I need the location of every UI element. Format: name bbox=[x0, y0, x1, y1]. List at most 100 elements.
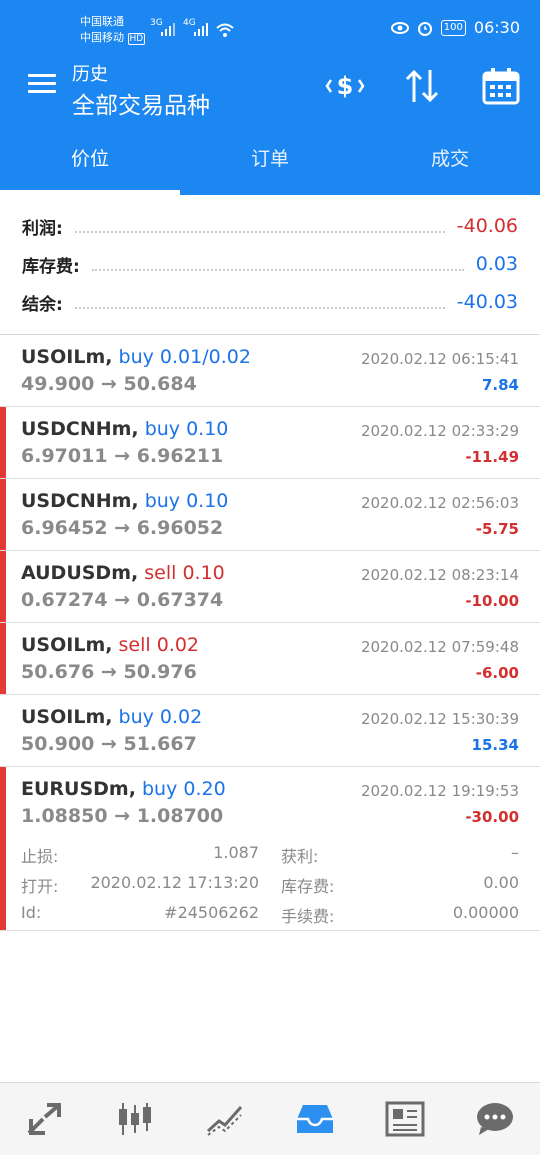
status-right: 100 06:30 bbox=[390, 18, 520, 37]
tab-deals[interactable]: 成交 bbox=[360, 128, 540, 195]
trade-title: EURUSDm, buy 0.20 bbox=[21, 778, 226, 800]
carrier2-row: 中国移动 HD bbox=[80, 30, 146, 47]
trade-prices: 49.900 → 50.684 bbox=[21, 373, 197, 395]
trade-time: 2020.02.12 08:23:14 bbox=[360, 566, 519, 584]
trade-row[interactable]: USDCNHm, buy 0.10 6.96452 → 6.96052 2020… bbox=[0, 479, 540, 551]
swap-detail-value: 0.00 bbox=[483, 873, 519, 892]
trade-side: buy 0.10 bbox=[144, 418, 229, 440]
fee-value: 0.00000 bbox=[452, 903, 519, 922]
trade-row[interactable]: USOILm, buy 0.02 50.900 → 51.667 2020.02… bbox=[0, 695, 540, 767]
trade-prices: 6.97011 → 6.96211 bbox=[21, 445, 224, 467]
trade-symbol: USOILm, bbox=[21, 634, 113, 656]
trade-time: 2020.02.12 15:30:39 bbox=[360, 710, 519, 728]
nav-quotes[interactable] bbox=[0, 1083, 90, 1155]
dotted-leader bbox=[91, 257, 464, 271]
alarm-icon bbox=[417, 21, 432, 36]
trade-title: USOILm, buy 0.01/0.02 bbox=[21, 346, 251, 368]
nav-history[interactable] bbox=[270, 1083, 360, 1155]
trade-side: sell 0.10 bbox=[144, 562, 225, 584]
trade-row-expanded[interactable]: EURUSDm, buy 0.20 1.08850 → 1.08700 2020… bbox=[0, 767, 540, 931]
trade-pl: -30.00 bbox=[465, 808, 519, 826]
trade-time: 2020.02.12 06:15:41 bbox=[360, 350, 519, 368]
detail-row-open-swap: 打开: 2020.02.12 17:13:20 库存费: 0.00 bbox=[21, 873, 519, 897]
trade-title: USOILm, buy 0.02 bbox=[21, 706, 202, 728]
swap-detail-label: 库存费: bbox=[281, 877, 335, 896]
battery-indicator: 100 bbox=[440, 19, 466, 36]
swap-value: 0.03 bbox=[475, 253, 518, 275]
id-value: #24506262 bbox=[164, 903, 259, 922]
calendar-icon[interactable] bbox=[481, 66, 521, 106]
carrier2: 中国移动 bbox=[80, 31, 124, 44]
trade-side: buy 0.02 bbox=[118, 706, 203, 728]
chart-icon bbox=[119, 1103, 151, 1135]
signal2-icon bbox=[194, 23, 208, 36]
trade-pl: 7.84 bbox=[481, 376, 519, 394]
trade-symbol: USOILm, bbox=[21, 706, 113, 728]
nav-chat[interactable] bbox=[450, 1083, 540, 1155]
bottom-nav bbox=[0, 1082, 540, 1155]
trade-pl: -10.00 bbox=[465, 592, 519, 610]
trade-title: AUDUSDm, sell 0.10 bbox=[21, 562, 225, 584]
trade-row[interactable]: AUDUSDm, sell 0.10 0.67274 → 0.67374 202… bbox=[0, 551, 540, 623]
trade-row[interactable]: USDCNHm, buy 0.10 6.97011 → 6.96211 2020… bbox=[0, 407, 540, 479]
page-title: 历史 bbox=[72, 64, 108, 85]
tab-bar: 价位 订单 成交 bbox=[0, 128, 540, 195]
quotes-icon bbox=[27, 1103, 61, 1135]
sl-value: 1.087 bbox=[213, 843, 259, 862]
trade-symbol: AUDUSDm, bbox=[21, 562, 139, 584]
swap-row: 库存费: 0.03 bbox=[22, 251, 518, 277]
nav-news[interactable] bbox=[360, 1083, 450, 1155]
trade-prices: 1.08850 → 1.08700 bbox=[21, 805, 224, 827]
trade-prices: 50.676 → 50.976 bbox=[21, 661, 197, 683]
profit-row: 利润: -40.06 bbox=[22, 213, 518, 239]
menu-icon[interactable] bbox=[28, 74, 56, 96]
balance-row: 结余: -40.03 bbox=[22, 289, 518, 315]
dotted-leader bbox=[74, 295, 445, 309]
trade-pl: 15.34 bbox=[471, 736, 519, 754]
status-bar: 中国联通 中国移动 HD 3G 4G 100 06:30 bbox=[0, 0, 540, 50]
svg-text:$: $ bbox=[337, 72, 354, 100]
nav-chart[interactable] bbox=[90, 1083, 180, 1155]
dotted-leader bbox=[74, 219, 445, 233]
open-label: 打开: bbox=[21, 877, 59, 896]
history-icon bbox=[297, 1105, 333, 1133]
profit-value: -40.06 bbox=[456, 215, 518, 237]
swap-label: 库存费: bbox=[22, 256, 80, 277]
trade-symbol: USDCNHm, bbox=[21, 490, 139, 512]
trade-side: buy 0.10 bbox=[144, 490, 229, 512]
open-value: 2020.02.12 17:13:20 bbox=[90, 873, 259, 892]
tp-value: – bbox=[511, 843, 519, 862]
tab-orders[interactable]: 订单 bbox=[180, 128, 360, 195]
trade-row[interactable]: USOILm, buy 0.01/0.02 49.900 → 50.684 20… bbox=[0, 335, 540, 407]
nav-trade[interactable] bbox=[180, 1083, 270, 1155]
balance-label: 结余: bbox=[22, 294, 63, 315]
balance-value: -40.03 bbox=[456, 291, 518, 313]
trade-prices: 50.900 → 51.667 bbox=[21, 733, 197, 755]
trade-list: USOILm, buy 0.01/0.02 49.900 → 50.684 20… bbox=[0, 335, 540, 931]
carrier-info: 中国联通 中国移动 HD bbox=[80, 14, 146, 47]
status-time: 06:30 bbox=[473, 18, 520, 37]
trade-time: 2020.02.12 19:19:53 bbox=[360, 782, 519, 800]
detail-row-id-fee: Id: #24506262 手续费: 0.00000 bbox=[21, 903, 519, 927]
chat-icon bbox=[477, 1103, 513, 1135]
symbol-filter[interactable]: 全部交易品种 bbox=[72, 86, 210, 120]
trade-symbol: USOILm, bbox=[21, 346, 113, 368]
trade-time: 2020.02.12 02:33:29 bbox=[360, 422, 519, 440]
profit-label: 利润: bbox=[22, 218, 63, 239]
trade-icon bbox=[206, 1106, 243, 1136]
currency-sort-icon[interactable]: $ bbox=[325, 66, 365, 106]
tp-label: 获利: bbox=[281, 847, 319, 866]
trade-time: 2020.02.12 07:59:48 bbox=[360, 638, 519, 656]
trade-title: USDCNHm, buy 0.10 bbox=[21, 418, 228, 440]
hd-badge: HD bbox=[127, 33, 146, 45]
trade-row[interactable]: USOILm, sell 0.02 50.676 → 50.976 2020.0… bbox=[0, 623, 540, 695]
detail-row-sl-tp: 止损: 1.087 获利: – bbox=[21, 843, 519, 867]
sl-label: 止损: bbox=[21, 847, 59, 866]
trade-pl: -11.49 bbox=[465, 448, 519, 466]
tab-price[interactable]: 价位 bbox=[0, 128, 180, 195]
eye-icon bbox=[390, 21, 409, 34]
fee-label: 手续费: bbox=[281, 907, 335, 926]
trade-symbol: EURUSDm, bbox=[21, 778, 136, 800]
trade-side: buy 0.20 bbox=[141, 778, 226, 800]
sort-arrows-icon[interactable] bbox=[402, 66, 442, 106]
